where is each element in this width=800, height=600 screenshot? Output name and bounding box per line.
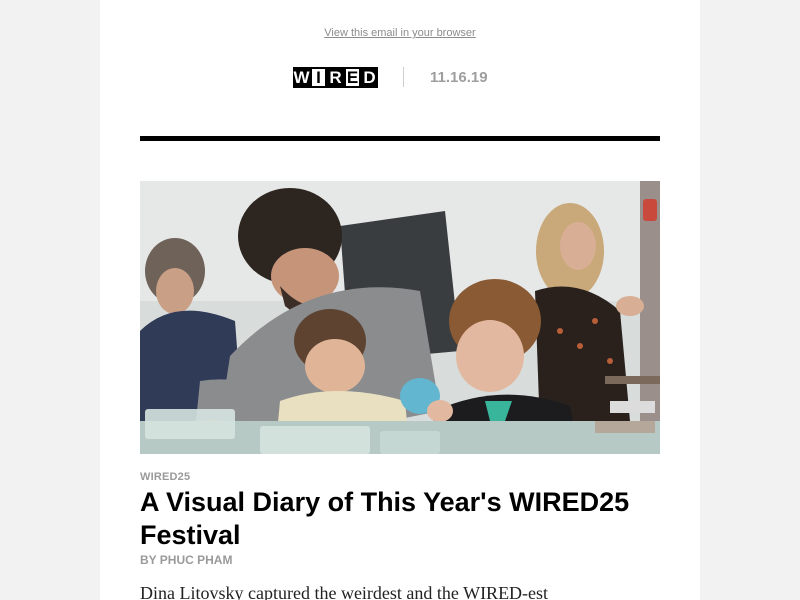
masthead-divider xyxy=(403,67,404,87)
article-byline: BY PHUC PHAM xyxy=(140,553,233,567)
issue-date: 11.16.19 xyxy=(430,68,488,86)
view-in-browser-link[interactable]: View this email in your browser xyxy=(100,27,700,39)
hero-photo[interactable] xyxy=(140,181,660,454)
logo-letter-w: W xyxy=(293,66,310,88)
article-headline[interactable]: A Visual Diary of This Year's WIRED25 Fe… xyxy=(140,486,660,552)
logo-letter-r: R xyxy=(327,66,344,88)
logo-letter-i: I xyxy=(310,66,327,88)
hero-photo-illustration xyxy=(140,181,660,454)
masthead: W I R E D 11.16.19 xyxy=(293,66,488,88)
email-body: View this email in your browser W I R E … xyxy=(100,0,700,600)
logo-letter-d: D xyxy=(361,66,378,88)
wired-logo[interactable]: W I R E D xyxy=(293,66,378,88)
article-dek: Dina Litovsky captured the weirdest and … xyxy=(140,583,549,600)
header-rule xyxy=(140,136,660,141)
logo-letter-e: E xyxy=(344,66,361,88)
article-kicker[interactable]: WIRED25 xyxy=(140,471,190,483)
